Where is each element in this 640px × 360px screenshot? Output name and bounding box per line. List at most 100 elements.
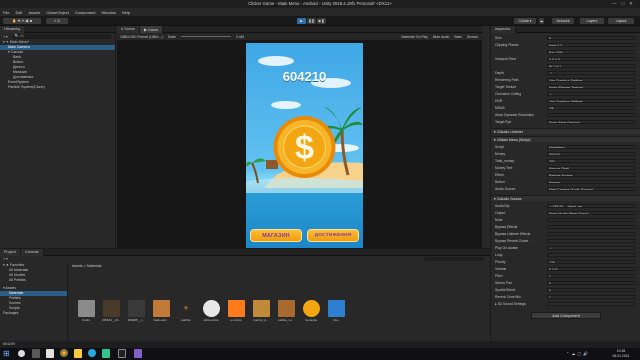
asset-item[interactable]: moneybo bbox=[301, 300, 321, 322]
project-search-input[interactable] bbox=[424, 256, 484, 262]
task-view-icon[interactable] bbox=[32, 349, 40, 358]
tab-console[interactable]: Console bbox=[20, 248, 44, 256]
audio-property-value[interactable]: 1 bbox=[547, 294, 635, 300]
camera-property[interactable]: W 1 H 1 bbox=[491, 63, 640, 69]
pause-button[interactable]: ❚❚ bbox=[307, 18, 316, 24]
asset-item[interactable]: 335181__dl... bbox=[101, 300, 121, 322]
display-resolution-dropdown[interactable]: 1080x1920 Portrait (1080x...) bbox=[120, 35, 163, 39]
audio-property[interactable]: Bypass Effects bbox=[491, 224, 640, 230]
telegram-icon[interactable] bbox=[88, 349, 96, 357]
camera-property[interactable]: Far 1000 bbox=[491, 49, 640, 55]
tab-inspector[interactable]: Inspector bbox=[491, 25, 516, 33]
camera-property[interactable]: Allow Dynamic Resolution bbox=[491, 112, 640, 118]
audio-listener-component[interactable]: ▾ ☑ Audio Listener bbox=[491, 128, 640, 134]
asset-item[interactable]: interior_p... bbox=[251, 300, 271, 322]
audio-property[interactable]: Pitch 1 bbox=[491, 273, 640, 279]
camera-property-value[interactable]: ✓ bbox=[547, 91, 635, 97]
audio-property-value[interactable]: 0.143 bbox=[547, 266, 635, 272]
unity-icon[interactable] bbox=[46, 349, 54, 358]
windows-start-icon[interactable]: ⊞ bbox=[3, 349, 11, 358]
menu-assets[interactable]: Assets bbox=[28, 10, 40, 15]
script-property-value[interactable]: 604210 bbox=[547, 151, 635, 157]
pivot-toggle[interactable]: ⌖ ◎ bbox=[46, 18, 68, 24]
camera-property[interactable]: Target Eye None (Main Display) bbox=[491, 119, 640, 125]
audio-property[interactable]: AudioClip ♫ 335181__dland_tre bbox=[491, 203, 640, 209]
asset-item[interactable]: white-circle bbox=[201, 300, 221, 322]
tab-game[interactable]: ▶ Game bbox=[139, 25, 164, 33]
audio-property-value[interactable]: 0 bbox=[547, 287, 635, 293]
hierarchy-search-input[interactable]: 🔍 All bbox=[11, 34, 111, 39]
audio-property-value[interactable] bbox=[547, 231, 635, 237]
asset-item[interactable]: 384985__t... bbox=[126, 300, 146, 322]
audio-property[interactable]: Output None (Audio Mixer Group) bbox=[491, 210, 640, 216]
gizmos-toggle[interactable]: Gizmos bbox=[467, 35, 478, 39]
audio-property[interactable]: Priority 128 bbox=[491, 259, 640, 265]
script-property-value[interactable]: Main Camera (Audio Source) bbox=[547, 186, 635, 192]
camera-property-value[interactable]: Use Graphics Settings bbox=[547, 98, 635, 104]
camera-property[interactable]: Size 5 bbox=[491, 35, 640, 41]
script-property[interactable]: Audio Source Main Camera (Audio Source) bbox=[491, 186, 640, 192]
hierarchy-create-button[interactable]: + ▾ bbox=[3, 35, 8, 39]
tab-hierarchy[interactable]: Hierarchy bbox=[0, 25, 26, 33]
camera-property[interactable]: Rendering Path Use Graphics Settings bbox=[491, 77, 640, 83]
camera-property[interactable]: MSAA Off bbox=[491, 105, 640, 111]
asset-item[interactable]: + particle bbox=[176, 300, 196, 322]
hierarchy-item[interactable]: Particle System(Clone) bbox=[0, 85, 115, 90]
tray-icons[interactable]: ⌃☁▢🔊 bbox=[566, 351, 590, 356]
script-property-value[interactable]: Деньги (Text) bbox=[547, 165, 635, 171]
layers-dropdown[interactable]: Layers bbox=[580, 18, 604, 24]
camera-property[interactable]: HDR Use Graphics Settings bbox=[491, 98, 640, 104]
asset-item[interactable]: e-xcoins bbox=[226, 300, 246, 322]
explorer-icon[interactable] bbox=[74, 349, 82, 358]
camera-property[interactable]: Target Texture None (Render Texture) bbox=[491, 84, 640, 90]
collab-button[interactable]: Collab ▾ bbox=[514, 18, 536, 24]
cloud-icon[interactable]: ☁ bbox=[539, 18, 544, 24]
asset-item[interactable]: Fonts bbox=[76, 300, 96, 322]
chrome-icon[interactable] bbox=[60, 349, 68, 357]
script-property-value[interactable]: Кнопка bbox=[547, 179, 635, 185]
audio-property-value[interactable] bbox=[547, 252, 635, 258]
menu-window[interactable]: Window bbox=[102, 10, 116, 15]
achievements-button[interactable]: ДОСТИЖЕНИЯ bbox=[307, 229, 359, 242]
project-create-button[interactable]: + ▾ bbox=[3, 257, 8, 261]
asset-item[interactable]: bso bbox=[326, 300, 346, 322]
camera-property-value[interactable]: -1 bbox=[547, 70, 635, 76]
game-screen[interactable]: $ 604210 МАГАЗИН ДОСТИЖЕНИЯ bbox=[246, 43, 363, 248]
script-property[interactable]: Button Кнопка bbox=[491, 179, 640, 185]
scale-slider[interactable] bbox=[180, 36, 231, 37]
script-property[interactable]: Script MainMenu bbox=[491, 144, 640, 150]
add-component-button[interactable]: Add Component bbox=[531, 312, 601, 319]
audio-property-value[interactable]: 0 bbox=[547, 280, 635, 286]
camera-property-value[interactable]: Near 0.3 bbox=[547, 42, 635, 48]
audio-property-value[interactable]: ✓ bbox=[547, 245, 635, 251]
script-property[interactable]: Effect Particle System bbox=[491, 172, 640, 178]
search-icon[interactable] bbox=[18, 350, 25, 357]
audio-property-value[interactable] bbox=[547, 217, 635, 223]
camera-property[interactable]: Viewport Rect X 0 Y 0 bbox=[491, 56, 640, 62]
unity-hub-icon[interactable] bbox=[118, 349, 126, 358]
menu-component[interactable]: Component bbox=[75, 10, 96, 15]
play-button[interactable]: ▶ bbox=[297, 18, 306, 24]
audio-property-value[interactable]: 1 bbox=[547, 273, 635, 279]
maximize-on-play-toggle[interactable]: Maximize On Play bbox=[401, 35, 428, 39]
audio-property[interactable]: Stereo Pan 0 bbox=[491, 280, 640, 286]
menu-help[interactable]: Help bbox=[122, 10, 130, 15]
layout-dropdown[interactable]: Layout bbox=[608, 18, 634, 24]
tab-project[interactable]: Project bbox=[0, 248, 21, 256]
script-property[interactable]: Money Text Деньги (Text) bbox=[491, 165, 640, 171]
mute-audio-toggle[interactable]: Mute Audio bbox=[433, 35, 450, 39]
asset-item[interactable]: back-cart... bbox=[151, 300, 171, 322]
step-button[interactable]: ▶❚ bbox=[317, 18, 326, 24]
tab-scene[interactable]: # Scene bbox=[117, 25, 140, 33]
camera-property-value[interactable]: None (Main Display) bbox=[547, 119, 635, 125]
menu-file[interactable]: File bbox=[3, 10, 9, 15]
audio-property[interactable]: Mute bbox=[491, 217, 640, 223]
camera-property-value[interactable]: 5 bbox=[547, 35, 635, 41]
script-property[interactable]: Money 604210 bbox=[491, 151, 640, 157]
shop-button[interactable]: МАГАЗИН bbox=[250, 229, 302, 242]
audio-property[interactable]: ▸ 3D Sound Settings bbox=[491, 301, 640, 307]
audio-property[interactable]: Play On Awake ✓ bbox=[491, 245, 640, 251]
audio-property-value[interactable] bbox=[547, 238, 635, 244]
visual-studio-icon[interactable] bbox=[134, 349, 142, 358]
audio-property-value[interactable] bbox=[547, 224, 635, 230]
